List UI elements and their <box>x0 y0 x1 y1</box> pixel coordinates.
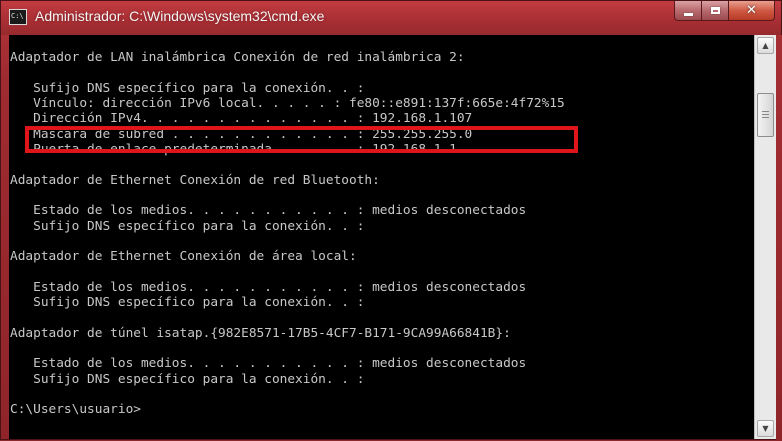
console-line: Estado de los medios. . . . . . . . . . … <box>10 279 527 295</box>
scroll-thumb[interactable] <box>757 93 774 137</box>
close-button[interactable]: ✕ <box>729 1 775 21</box>
scroll-up-icon: ▲ <box>762 41 769 50</box>
close-icon: ✕ <box>746 3 757 18</box>
console-output[interactable]: Adaptador de LAN inalámbrica Conexión de… <box>9 35 755 417</box>
console-line: Sufijo DNS específico para la conexión. … <box>10 218 365 234</box>
console-line: Adaptador de Ethernet Conexión de red Bl… <box>10 172 380 188</box>
caption-buttons: ✕ <box>674 1 775 21</box>
window-title: Administrador: C:\Windows\system32\cmd.e… <box>35 8 325 24</box>
console-line: Sufijo DNS específico para la conexión. … <box>10 80 365 96</box>
maximize-icon <box>710 7 720 14</box>
maximize-button[interactable] <box>702 1 729 21</box>
console-line: Adaptador de túnel isatap.{982E8571-17B5… <box>10 325 511 341</box>
grip-line <box>762 114 769 115</box>
minimize-button[interactable] <box>674 1 702 21</box>
cmd-window: C:\ Administrador: C:\Windows\system32\c… <box>0 0 782 441</box>
ipv4-highlight-box <box>25 126 578 153</box>
title-bar[interactable]: C:\ Administrador: C:\Windows\system32\c… <box>1 1 781 35</box>
cmd-icon[interactable]: C:\ <box>9 9 27 25</box>
console-line: Adaptador de Ethernet Conexión de área l… <box>10 249 357 265</box>
console-line: Estado de los medios. . . . . . . . . . … <box>10 203 527 219</box>
console-line: Sufijo DNS específico para la conexión. … <box>10 371 365 387</box>
window-frame-right <box>776 35 782 441</box>
grip-line <box>762 111 769 112</box>
console-line: Adaptador de LAN inalámbrica Conexión de… <box>10 50 465 66</box>
scroll-up-button[interactable]: ▲ <box>757 37 774 54</box>
console-line: Estado de los medios. . . . . . . . . . … <box>10 356 527 372</box>
grip-line <box>762 117 769 118</box>
command-prompt: C:\Users\usuario> <box>10 402 141 418</box>
console-line: Dirección IPv4. . . . . . . . . . . . . … <box>10 111 473 127</box>
console-line: Vínculo: dirección IPv6 local. . . . . :… <box>10 96 565 112</box>
scroll-down-icon: ▼ <box>762 424 769 433</box>
vertical-scrollbar[interactable]: ▲ ▼ <box>754 35 776 439</box>
scroll-down-button[interactable]: ▼ <box>757 420 774 437</box>
console-line: Sufijo DNS específico para la conexión. … <box>10 295 365 311</box>
minimize-icon <box>683 13 693 16</box>
